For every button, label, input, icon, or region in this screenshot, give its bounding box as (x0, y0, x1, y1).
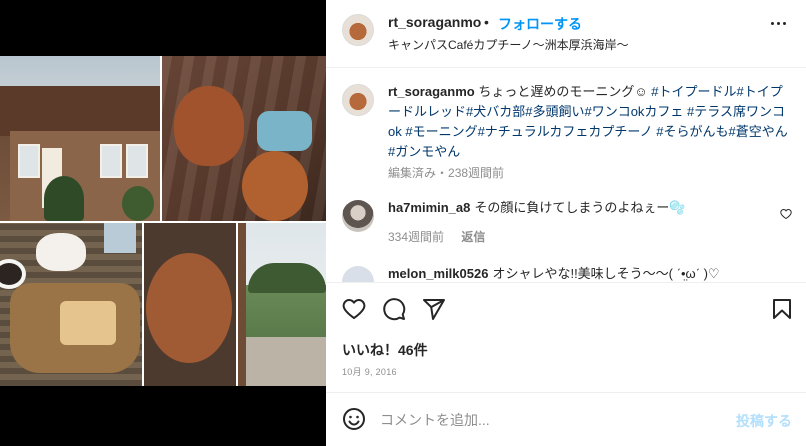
heart-icon[interactable] (342, 297, 366, 321)
bookmark-icon[interactable] (770, 297, 794, 321)
comment-item: melon_milk0526 オシャレやな!!美味しそう〜〜( ˊ•̤ωˊ )♡ (326, 264, 806, 282)
comment-username[interactable]: melon_milk0526 (388, 266, 488, 281)
comment-icon[interactable] (382, 297, 406, 321)
comment-body: その顔に負けてしまうのよねぇー🫧 (474, 200, 686, 215)
caption-body: ちょっと遅めのモーニング☺︎ (478, 84, 648, 99)
post-media[interactable] (0, 0, 326, 446)
follow-button[interactable]: フォローする (498, 14, 582, 34)
caption-meta: 編集済み・238週間前 (388, 164, 504, 181)
share-icon[interactable] (422, 297, 446, 321)
comment-meta: 334週間前 返信 (388, 228, 499, 245)
location-link[interactable]: キャンパスCaféカプチーノ〜洲本厚浜海岸〜 (388, 36, 629, 53)
comment-item: ha7mimin_a8 その顔に負けてしまうのよねぇー🫧 334週間前 返信 (326, 198, 806, 248)
photo-collage[interactable] (0, 56, 326, 386)
post-date[interactable]: 10月 9, 2016 (342, 365, 397, 378)
caption-text: rt_soraganmo ちょっと遅めのモーニング☺︎ #トイプードル#トイプー… (388, 82, 788, 162)
post-details-panel: rt_soraganmo • フォローする キャンパスCaféカプチーノ〜洲本厚… (326, 0, 806, 446)
caption-username[interactable]: rt_soraganmo (388, 84, 475, 99)
header-username[interactable]: rt_soraganmo (388, 14, 481, 30)
comment-body: オシャレやな!!美味しそう〜〜( ˊ•̤ωˊ )♡ (492, 266, 720, 281)
likes-count[interactable]: いいね！46件 (342, 340, 428, 360)
photo-cafe-exterior (0, 56, 160, 221)
instagram-post: rt_soraganmo • フォローする キャンパスCaféカプチーノ〜洲本厚… (0, 0, 806, 446)
comment-username[interactable]: ha7mimin_a8 (388, 200, 470, 215)
photo-two-dogs (162, 56, 326, 221)
caption-time[interactable]: 238週間前 (448, 166, 504, 180)
action-bar: いいね！46件 10月 9, 2016 (326, 282, 806, 386)
photo-breakfast (0, 223, 142, 386)
comment-time[interactable]: 334週間前 (388, 230, 444, 244)
more-icon[interactable] (771, 22, 786, 25)
post-comment-button[interactable]: 投稿する (736, 411, 792, 431)
emoji-icon[interactable] (342, 407, 366, 431)
avatar[interactable] (342, 14, 374, 46)
comments-section[interactable]: rt_soraganmo ちょっと遅めのモーニング☺︎ #トイプードル#トイプー… (326, 68, 806, 282)
add-comment-bar: 投稿する (326, 392, 806, 446)
heart-small-icon[interactable] (780, 208, 792, 220)
comment-text: melon_milk0526 オシャレやな!!美味しそう〜〜( ˊ•̤ωˊ )♡ (388, 264, 768, 282)
meta-separator: ・ (436, 166, 449, 180)
edited-label: 編集済み (388, 166, 437, 180)
photo-terrace-view (238, 223, 326, 386)
photo-dog-closeup (144, 223, 236, 386)
comment-text: ha7mimin_a8 その顔に負けてしまうのよねぇー🫧 (388, 198, 768, 218)
avatar[interactable] (342, 266, 374, 282)
reply-button[interactable]: 返信 (461, 230, 485, 244)
avatar[interactable] (342, 84, 374, 116)
comment-input[interactable] (380, 407, 710, 433)
avatar[interactable] (342, 200, 374, 232)
header-separator: • (484, 14, 489, 30)
post-header: rt_soraganmo • フォローする キャンパスCaféカプチーノ〜洲本厚… (326, 0, 806, 68)
